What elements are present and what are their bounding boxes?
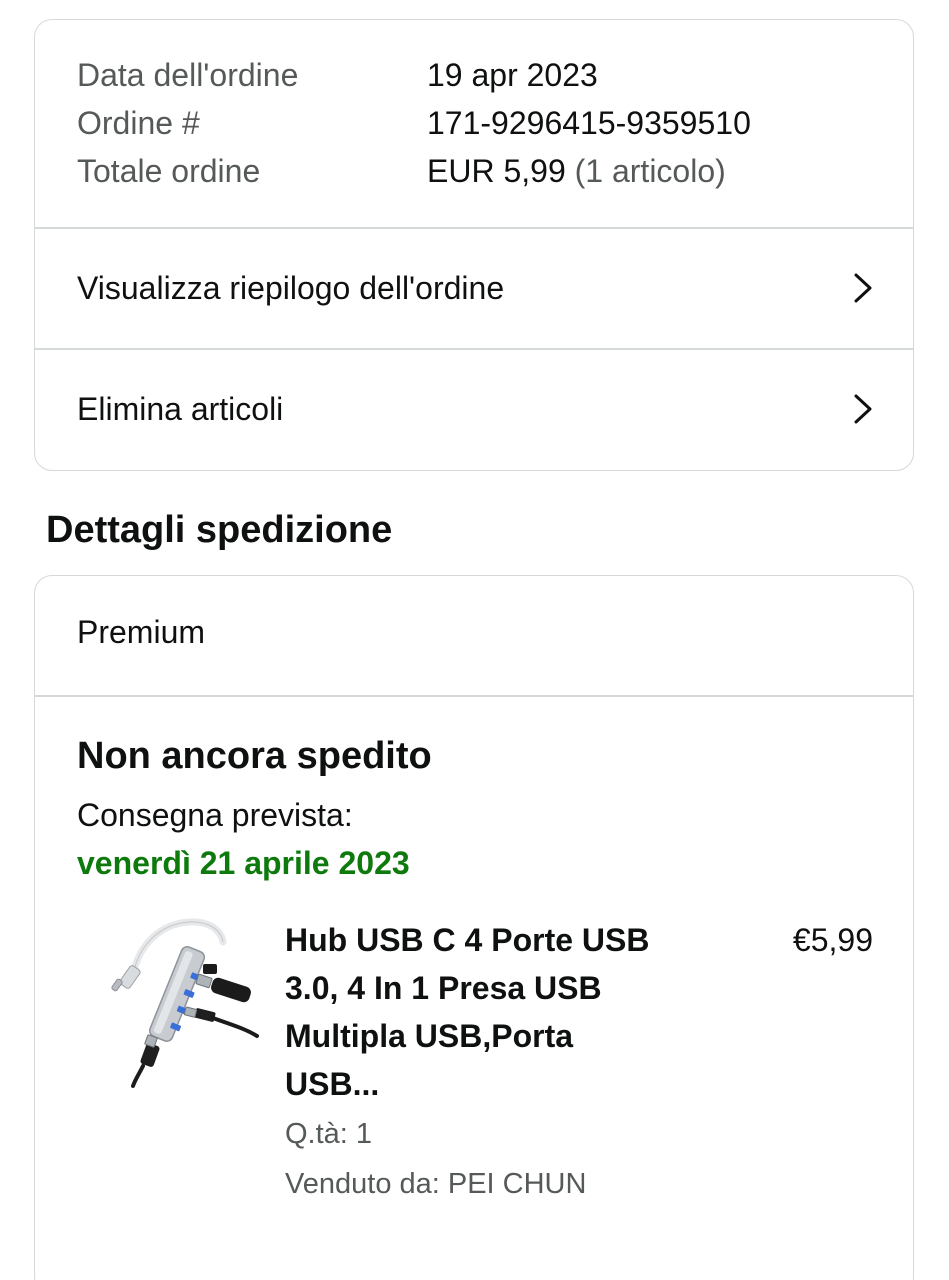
- chevron-right-icon: [854, 394, 872, 424]
- shipment-card: Premium Non ancora spedito Consegna prev…: [34, 575, 914, 1280]
- usb-hub-product-image[interactable]: [99, 916, 259, 1092]
- delete-items-label: Elimina articoli: [77, 391, 284, 427]
- order-details-page: Data dell'ordine 19 apr 2023 Ordine # 17…: [0, 0, 949, 1280]
- product-seller: Venduto da: PEI CHUN: [285, 1168, 587, 1200]
- order-number-value: 171-9296415-9359510: [427, 105, 751, 141]
- order-total-label: Totale ordine: [77, 153, 261, 189]
- shipment-status: Non ancora spedito: [77, 735, 432, 777]
- product-price: €5,99: [792, 922, 873, 958]
- order-summary-card: Data dell'ordine 19 apr 2023 Ordine # 17…: [34, 19, 914, 471]
- order-item-count: (1 articolo): [574, 153, 726, 189]
- product-quantity: Q.tà: 1: [285, 1118, 373, 1150]
- chevron-right-icon: [854, 273, 872, 303]
- order-total-value: EUR 5,99 (1 articolo): [427, 147, 726, 195]
- divider: [35, 695, 913, 697]
- order-info: Data dell'ordine 19 apr 2023 Ordine # 17…: [35, 20, 913, 227]
- delivery-date: venerdì 21 aprile 2023: [77, 845, 410, 881]
- view-order-summary-link[interactable]: Visualizza riepilogo dell'ordine: [35, 228, 913, 348]
- order-total-amount: EUR 5,99: [427, 153, 566, 189]
- order-date-label: Data dell'ordine: [77, 57, 299, 93]
- product-title-link[interactable]: Hub USB C 4 Porte USB 3.0, 4 In 1 Presa …: [285, 916, 655, 1108]
- order-date-row: Data dell'ordine 19 apr 2023: [77, 51, 893, 99]
- order-number-label: Ordine #: [77, 105, 200, 141]
- order-date-value: 19 apr 2023: [427, 57, 598, 93]
- shipping-type: Premium: [77, 614, 206, 650]
- delivery-label: Consegna prevista:: [77, 797, 353, 833]
- shipping-section-title: Dettagli spedizione: [46, 509, 393, 551]
- delete-items-link[interactable]: Elimina articoli: [35, 349, 913, 469]
- order-total-row: Totale ordine EUR 5,99 (1 articolo): [77, 147, 893, 195]
- view-order-summary-label: Visualizza riepilogo dell'ordine: [77, 270, 505, 306]
- order-number-row: Ordine # 171-9296415-9359510: [77, 99, 893, 147]
